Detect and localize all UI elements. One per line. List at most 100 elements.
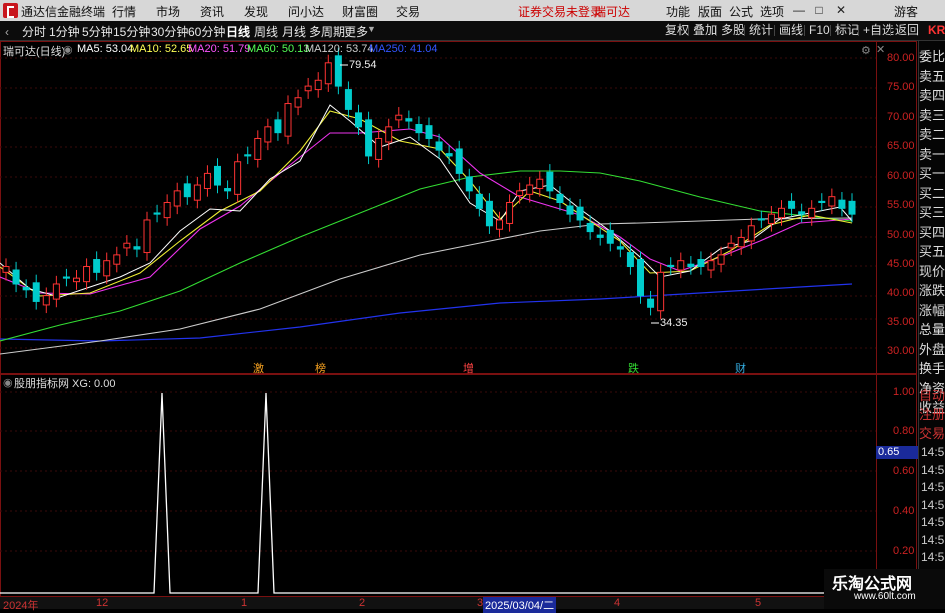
f10-button[interactable]: F10 [806,22,833,38]
candle-body [767,213,775,224]
indicator-settings-icon[interactable]: ◉ [3,376,13,389]
quote-field-label: 卖四 [919,88,945,103]
side-action-label[interactable]: 注册 [919,404,945,423]
trade-time: 14:56 [921,480,945,494]
quote-field-label: 买二 [919,185,945,201]
price-tick: 65.00 [887,140,915,152]
price-tick: 55.00 [887,199,915,211]
indicator-grid [0,391,876,552]
quote-field-label: 委比 [919,49,945,64]
ma250-line [0,283,853,342]
menu-faxian[interactable]: 发现 [244,3,268,20]
candle-body [687,263,695,268]
period-5min[interactable]: 5分钟 [82,23,113,40]
maximize-icon[interactable]: □ [810,2,828,18]
candle-body [526,184,534,195]
candle-body [496,219,503,230]
period-60min[interactable]: 60分钟 [188,23,225,40]
login-warning[interactable]: 证券交易未登录 [518,3,602,20]
kline-chart[interactable] [0,41,945,609]
menu-shichang[interactable]: 市场 [156,3,180,20]
candle-body [365,119,373,157]
guest-label[interactable]: 游客 [894,3,918,20]
candle-body [123,242,131,249]
price-grid [0,57,876,349]
menu-zixun[interactable]: 资讯 [200,3,224,20]
event-tag-ji[interactable]: 激 [253,360,264,376]
candle-body [818,200,826,203]
quote-field-label: 总量 [919,322,945,337]
period-multi[interactable]: 多周期 [309,23,345,40]
watermark-url: www.60lt.com [854,591,916,602]
quote-field-label: 买四 [919,224,945,240]
side-action-label[interactable]: 交易 [919,423,945,442]
ma120-line [0,217,853,355]
candle-body [707,260,715,271]
ma20-line [0,128,853,295]
price-tick: 80.00 [887,52,915,64]
close-icon[interactable]: ✕ [832,2,850,18]
legend-dropdown-icon[interactable]: ◉ [63,43,73,56]
event-tag-die[interactable]: 跌 [628,360,639,376]
side-action-label[interactable]: 自动 [919,385,945,404]
period-fenshi[interactable]: 分时 [22,23,46,40]
more-chevron-icon[interactable]: ▼ [367,24,376,34]
chart-close-icon[interactable]: ✕ [876,43,885,56]
price-tick: 60.00 [887,170,915,182]
stats-button[interactable]: 统计 [746,22,776,38]
candle-body [576,206,584,221]
candle-body [264,126,272,143]
candle-body [788,200,796,209]
candle-body [657,271,665,312]
period-monthly[interactable]: 月线 [282,23,306,40]
period-dropdown-icon[interactable]: ‹ [5,25,9,39]
candle-body [52,283,60,300]
candle-body [103,260,111,277]
menu-banmian[interactable]: 版面 [698,3,722,20]
event-tag-cai[interactable]: 财 [735,360,746,376]
candle-body [647,298,655,308]
candle-body [73,277,80,283]
candle-body [143,219,151,254]
date-tick: 12 [96,597,109,609]
period-15min[interactable]: 15分钟 [113,23,150,40]
menu-wenxiaoda[interactable]: 问小达 [288,3,324,20]
draw-line-button[interactable]: 画线 [776,22,806,38]
candle-body [667,264,675,268]
menu-gongshi[interactable]: 公式 [729,3,753,20]
candle-body [485,200,493,227]
menu-gongneng[interactable]: 功能 [666,3,690,20]
candle-body [838,199,846,209]
minimize-icon[interactable]: — [790,2,808,18]
period-weekly[interactable]: 周线 [254,23,278,40]
candle-body [2,266,10,273]
menu-caifuquan[interactable]: 财富圈 [342,3,378,20]
candle-body [757,218,765,221]
event-tag-zeng[interactable]: 增 [463,360,474,376]
ma60-label: MA60: 50.13 [247,43,310,55]
candle-body [334,55,342,87]
candle-body [254,137,262,160]
period-more[interactable]: 更多 [344,23,368,40]
candle-body [727,242,735,249]
chart-settings-icon[interactable]: ⚙ [861,44,871,57]
toolbar-divider [774,25,775,36]
candle-body [616,246,624,250]
candle-body [445,153,453,157]
event-tag-bang[interactable]: 榜 [315,360,326,376]
price-tick: 30.00 [887,345,915,357]
menu-jiaoyi[interactable]: 交易 [396,3,420,20]
back-button[interactable]: 返回 [892,22,922,38]
toolbar-divider [890,25,891,36]
high-price-annotation: 79.54 [349,59,377,71]
menu-xuanxiang[interactable]: 选项 [760,3,784,20]
period-daily[interactable]: 日线 [226,23,250,40]
quote-field-label: 涨跌 [919,283,945,298]
candle-body [405,118,413,122]
candle-body [274,119,282,134]
toolbar-divider [688,25,689,36]
indicator-panel-frame [0,374,917,597]
period-1min[interactable]: 1分钟 [49,23,80,40]
period-30min[interactable]: 30分钟 [151,23,188,40]
menu-hangqing[interactable]: 行情 [112,3,136,20]
